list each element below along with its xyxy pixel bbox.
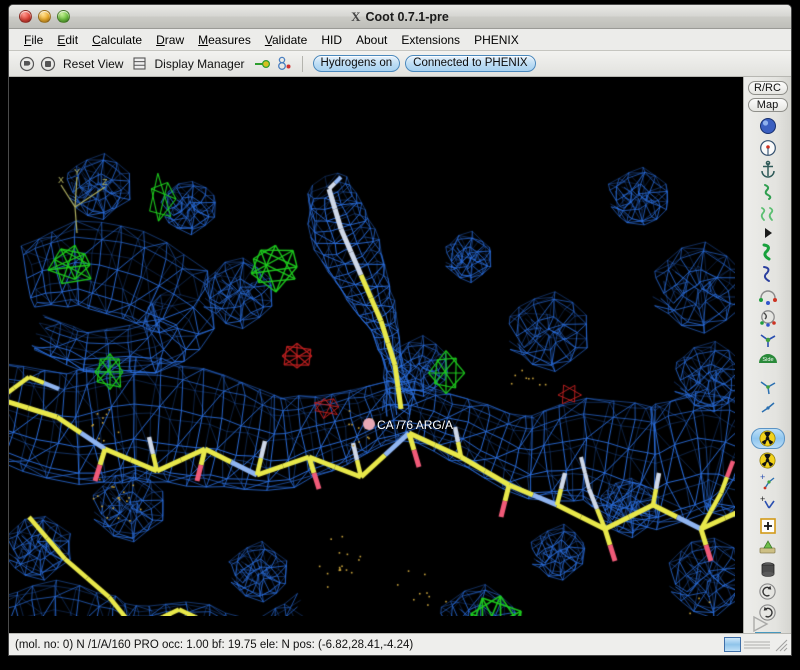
status-right-group	[724, 615, 789, 653]
pointer-icon[interactable]	[751, 226, 785, 240]
menu-validate[interactable]: Validate	[258, 31, 315, 49]
fix-atoms-icon[interactable]	[751, 286, 785, 306]
go-to-blob-icon[interactable]	[40, 56, 56, 72]
mutate-icon[interactable]: +	[751, 494, 785, 514]
menu-extensions[interactable]: Extensions	[394, 31, 467, 49]
svg-text:+: +	[760, 494, 765, 504]
add-terminal-residue-icon[interactable]	[751, 451, 785, 470]
status-bar: (mol. no: 0) N /1/A/160 PRO occ: 1.00 bf…	[9, 615, 791, 655]
delete-icon[interactable]	[751, 560, 785, 580]
menu-file[interactable]: File	[17, 31, 50, 49]
svg-text:+: +	[760, 472, 765, 482]
right-toolbar: R/RC Map Side + +	[743, 77, 791, 633]
status-text: (mol. no: 0) N /1/A/160 PRO occ: 1.00 bf…	[15, 638, 414, 651]
mutate-auto-fit-icon[interactable]	[751, 538, 785, 558]
anchor-icon[interactable]	[751, 160, 785, 180]
rotate-translate-icon[interactable]	[751, 330, 785, 350]
status-lines-icon	[744, 641, 770, 648]
display-manager-icon[interactable]	[132, 56, 147, 71]
toolbar-separator	[301, 55, 303, 72]
zoom-button[interactable]	[57, 10, 70, 23]
display-manager-label[interactable]: Display Manager	[154, 57, 244, 71]
torsion-general-icon[interactable]	[751, 398, 785, 418]
play-triangle-icon[interactable]	[749, 615, 771, 633]
reset-rotation-centre-button[interactable]: R/RC	[747, 81, 788, 95]
side-chain-icon[interactable]: Side	[751, 352, 785, 374]
phenix-connection-button[interactable]: Connected to PHENIX	[405, 55, 536, 72]
undo-icon[interactable]	[751, 582, 785, 601]
edit-chi-icon[interactable]	[751, 376, 785, 396]
go-to-ligand-icon[interactable]	[19, 56, 35, 72]
menu-hid[interactable]: HID	[314, 31, 349, 49]
gl-canvas[interactable]	[9, 77, 735, 616]
top-toolbar: Reset View Display Manager Hydrogens on	[9, 51, 791, 77]
window-title: Coot 0.7.1-pre	[365, 9, 449, 24]
close-button[interactable]	[19, 10, 32, 23]
rotation-centre-icon[interactable]	[751, 138, 785, 158]
hydrogens-toggle-button[interactable]: Hydrogens on	[312, 55, 401, 72]
menu-draw[interactable]: Draw	[149, 31, 191, 49]
menu-edit[interactable]: Edit	[50, 31, 85, 49]
atom-pick-icon[interactable]	[276, 56, 292, 71]
x-logo-icon: X	[351, 8, 360, 24]
menu-bar: File Edit Calculate Draw Measures Valida…	[9, 29, 791, 51]
window-controls	[19, 10, 70, 23]
minimize-button[interactable]	[38, 10, 51, 23]
regularize-zone-icon[interactable]	[751, 264, 785, 284]
title-center: X Coot 0.7.1-pre	[9, 5, 791, 28]
status-color-swatch[interactable]	[724, 637, 741, 652]
menu-phenix[interactable]: PHENIX	[467, 31, 526, 49]
menu-calculate[interactable]: Calculate	[85, 31, 149, 49]
molecular-graphics-view[interactable]: CA /76 ARG/A	[9, 77, 743, 633]
coot-main-window: X Coot 0.7.1-pre File Edit Calculate Dra…	[8, 4, 792, 656]
svg-text:Side: Side	[762, 357, 773, 363]
sphere-icon[interactable]	[751, 116, 785, 136]
refine-zone-icon[interactable]	[751, 242, 785, 262]
main-body: CA /76 ARG/A R/RC Map Side + +	[9, 77, 791, 633]
title-bar: X Coot 0.7.1-pre	[9, 5, 791, 29]
reset-view-label[interactable]: Reset View	[63, 57, 123, 71]
menu-about[interactable]: About	[349, 31, 394, 49]
sphere-refine-icon[interactable]	[751, 308, 785, 328]
radioactive-icon[interactable]	[750, 428, 785, 449]
add-atom-icon[interactable]: +	[751, 472, 785, 492]
resize-grip-icon[interactable]	[773, 637, 789, 653]
menu-measures[interactable]: Measures	[191, 31, 258, 49]
map-button[interactable]: Map	[747, 98, 788, 112]
green-arrow-icon[interactable]	[254, 57, 271, 71]
ramachandran-icon[interactable]	[751, 182, 785, 202]
rotamer-icon[interactable]	[751, 204, 785, 224]
add-plus-icon[interactable]	[751, 516, 785, 536]
